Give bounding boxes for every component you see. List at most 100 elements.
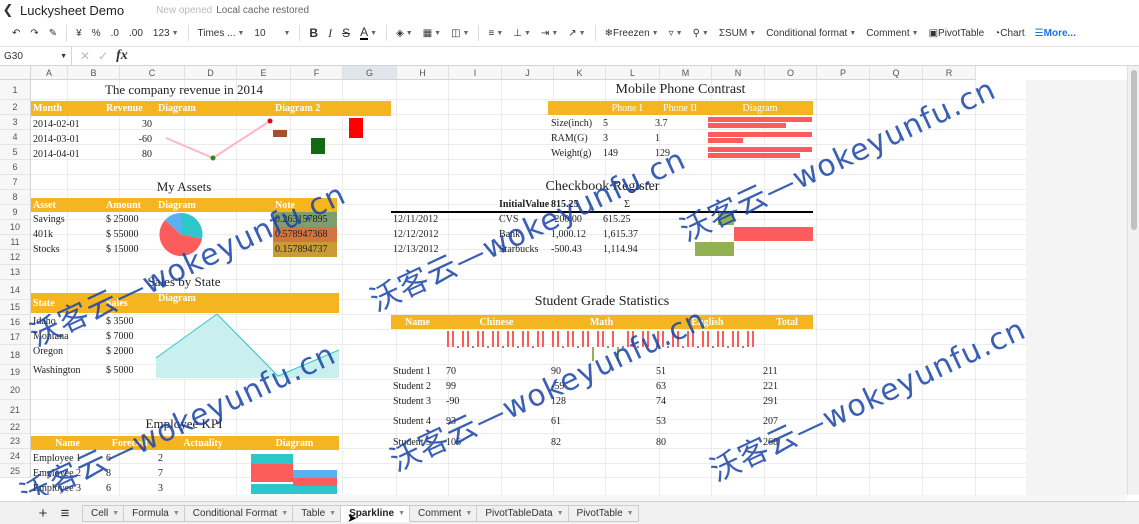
sales-state-cell[interactable]: Idaho xyxy=(31,314,104,329)
name-box[interactable]: G30 ▼ xyxy=(0,46,72,66)
pivot-table-button[interactable]: ▣ PivotTable xyxy=(925,22,989,44)
grades-total-cell[interactable]: 221 xyxy=(761,379,813,394)
revenue-header-diagram2[interactable]: Diagram 2 xyxy=(273,101,391,116)
assets-header-amount[interactable]: Amount xyxy=(104,198,156,212)
sales-state-cell[interactable]: Oregon xyxy=(31,344,104,359)
grades-total-cell[interactable]: 211 xyxy=(761,364,813,379)
font-family-dropdown[interactable]: Times ... ▼ xyxy=(194,22,249,44)
assets-note-cell[interactable]: 0.263157895 xyxy=(273,212,337,227)
phone-value-cell[interactable]: 1 xyxy=(653,131,707,146)
grades-header-total[interactable]: Total xyxy=(761,315,813,329)
assets-note-cell[interactable]: 0.157894737 xyxy=(273,242,337,257)
chevron-down-icon[interactable]: ▼ xyxy=(173,510,180,517)
row-header-2[interactable]: 2 xyxy=(0,100,31,115)
row-header-25[interactable]: 25 xyxy=(0,464,31,478)
column-header-h[interactable]: H xyxy=(397,66,449,80)
checkbook-payee-cell[interactable]: Starbucks xyxy=(497,242,549,257)
grades-name-cell[interactable]: Student 2 xyxy=(391,379,444,394)
grades-english-cell[interactable]: 51 xyxy=(654,364,761,379)
column-header-d[interactable]: D xyxy=(185,66,237,80)
revenue-header-revenue[interactable]: Revenue xyxy=(104,101,156,116)
row-header-19[interactable]: 19 xyxy=(0,365,31,380)
assets-asset-cell[interactable]: 401k xyxy=(31,227,104,242)
percent-format-icon[interactable]: % xyxy=(88,22,105,44)
kpi-actual-cell[interactable]: 3 xyxy=(156,481,250,495)
phone-value-cell[interactable]: 3.7 xyxy=(653,116,707,131)
grades-chinese-cell[interactable]: 70 xyxy=(444,364,549,379)
horizontal-align-button[interactable]: ≡ ▼ xyxy=(484,22,507,44)
revenue-month-cell[interactable]: 2014-04-01 xyxy=(31,147,104,162)
grades-math-cell[interactable]: 90 xyxy=(549,364,654,379)
checkbook-payee-cell[interactable]: Bank xyxy=(497,227,549,242)
checkbook-title[interactable]: Checkbook Register xyxy=(497,177,708,197)
chevron-down-icon[interactable]: ▼ xyxy=(557,510,564,517)
row-header-4[interactable]: 4 xyxy=(0,130,31,145)
grades-title[interactable]: Student Grade Statistics xyxy=(391,292,813,312)
grades-math-cell[interactable]: -59 xyxy=(549,379,654,394)
assets-header-diagram[interactable]: Diagram xyxy=(156,198,273,212)
row-header-6[interactable]: 6 xyxy=(0,160,31,175)
column-header-n[interactable]: N xyxy=(712,66,765,80)
grades-total-cell[interactable]: 268 xyxy=(761,435,813,450)
column-header-l[interactable]: L xyxy=(606,66,660,80)
border-button[interactable]: ▦ ▼ xyxy=(419,22,445,44)
sales-state-cell[interactable]: Montana xyxy=(31,329,104,344)
row-header-13[interactable]: 13 xyxy=(0,265,31,280)
conditional-format-button[interactable]: Conditional format ▼ xyxy=(762,22,860,44)
column-header-o[interactable]: O xyxy=(765,66,817,80)
checkbook-initial-value[interactable]: 815.25 xyxy=(549,197,601,211)
font-size-dropdown[interactable]: 10 ▼ xyxy=(250,22,294,44)
grades-name-cell[interactable]: Student 3 xyxy=(391,394,444,409)
phone-value-cell[interactable]: 149 xyxy=(601,146,653,161)
phone-label-cell[interactable]: Size(inch) xyxy=(549,116,601,131)
chevron-down-icon[interactable]: ▼ xyxy=(398,510,405,517)
undo-icon[interactable]: ↶ xyxy=(8,22,24,44)
column-header-e[interactable]: E xyxy=(237,66,291,80)
freeze-button[interactable]: ❄ Freezen ▼ xyxy=(601,22,663,44)
row-header-10[interactable]: 10 xyxy=(0,220,31,235)
chevron-down-icon[interactable]: ▼ xyxy=(112,510,119,517)
sales-amount-cell[interactable]: $ 2000 xyxy=(104,344,156,359)
find-button[interactable]: ⚲ ▼ xyxy=(689,22,713,44)
sheet-tab-formula[interactable]: Formula ▼ xyxy=(124,504,185,522)
row-header-11[interactable]: 11 xyxy=(0,235,31,250)
grades-chinese-cell[interactable]: 93 xyxy=(444,411,549,431)
row-header-21[interactable]: 21 xyxy=(0,400,31,420)
sheet-list-icon[interactable]: ≡ xyxy=(54,505,76,522)
sales-amount-cell[interactable]: $ 5000 xyxy=(104,360,156,380)
kpi-forecast-cell[interactable]: 8 xyxy=(104,466,156,481)
revenue-value-cell[interactable]: 80 xyxy=(104,147,156,162)
grades-math-cell[interactable]: 82 xyxy=(549,435,654,450)
checkbook-amount-cell[interactable]: 1,000.12 xyxy=(549,227,601,242)
add-sheet-icon[interactable]: + xyxy=(32,505,54,522)
checkbook-date-cell[interactable]: 12/12/2012 xyxy=(391,227,497,242)
grades-total-cell[interactable]: 291 xyxy=(761,394,813,409)
assets-asset-cell[interactable]: Savings xyxy=(31,212,104,227)
sales-header-sales[interactable]: Sales xyxy=(104,293,156,313)
grades-english-cell[interactable]: 63 xyxy=(654,379,761,394)
confirm-icon[interactable]: ✓ xyxy=(98,49,108,63)
grades-chinese-cell[interactable]: 106 xyxy=(444,435,549,450)
back-icon[interactable]: ❮ xyxy=(0,2,16,18)
phone-label-cell[interactable]: RAM(G) xyxy=(549,131,601,146)
checkbook-initial-label[interactable]: InitialValue xyxy=(497,197,549,211)
assets-amount-cell[interactable]: $ 25000 xyxy=(104,212,156,227)
assets-asset-cell[interactable]: Stocks xyxy=(31,242,104,257)
revenue-value-cell[interactable]: 30 xyxy=(104,117,156,132)
column-header-r[interactable]: R xyxy=(923,66,976,80)
sales-title[interactable]: Sales by State xyxy=(31,272,337,292)
row-header-5[interactable]: 5 xyxy=(0,145,31,160)
row-header-8[interactable]: 8 xyxy=(0,190,31,205)
revenue-value-cell[interactable]: -60 xyxy=(104,132,156,147)
revenue-header-month[interactable]: Month xyxy=(31,101,104,116)
column-header-a[interactable]: A xyxy=(31,66,68,80)
row-header-15[interactable]: 15 xyxy=(0,300,31,315)
font-color-button[interactable]: A ▼ xyxy=(356,22,381,44)
kpi-actual-cell[interactable]: 7 xyxy=(156,466,250,481)
chevron-down-icon[interactable]: ▼ xyxy=(281,510,288,517)
grades-math-cell[interactable]: 61 xyxy=(549,411,654,431)
redo-icon[interactable]: ↷ xyxy=(26,22,42,44)
number-format-dropdown[interactable]: 123 ▼ xyxy=(149,22,183,44)
vertical-align-button[interactable]: ⊥ ▼ xyxy=(509,22,535,44)
checkbook-date-cell[interactable]: 12/11/2012 xyxy=(391,212,497,227)
